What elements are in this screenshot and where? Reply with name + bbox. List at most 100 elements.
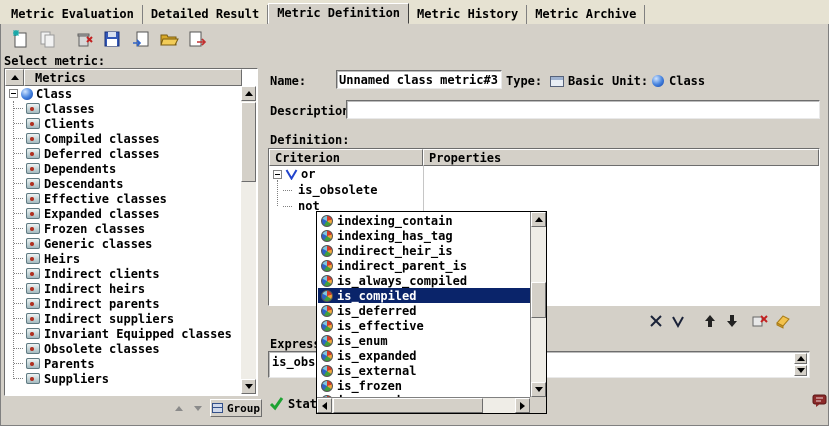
scrollbar-thumb[interactable] <box>531 282 546 318</box>
scroll-right-button[interactable] <box>515 398 530 413</box>
type-label: Type: <box>506 74 542 88</box>
dropdown-item[interactable]: is_deferred <box>318 303 530 318</box>
metrics-column-header[interactable]: Metrics <box>24 69 242 86</box>
import-metrics-button[interactable] <box>129 27 153 51</box>
tree-item[interactable]: Deferred classes <box>6 146 241 161</box>
tree-branch <box>14 183 23 184</box>
tab-label: Detailed Result <box>151 7 259 21</box>
tree-item[interactable]: Generic classes <box>6 236 241 251</box>
scroll-up-button[interactable] <box>531 212 546 227</box>
move-metric-down-button[interactable] <box>189 400 206 416</box>
move-metric-up-button[interactable] <box>170 400 187 416</box>
tree-item[interactable]: Indirect clients <box>6 266 241 281</box>
tree-item[interactable]: Heirs <box>6 251 241 266</box>
tab[interactable]: Metric Definition <box>268 3 409 24</box>
new-metric-button[interactable] <box>7 27 31 51</box>
criterion-icon <box>321 305 333 317</box>
criterion-icon <box>321 350 333 362</box>
dropdown-item[interactable]: indexing_has_tag <box>318 228 530 243</box>
clear-definition-button[interactable] <box>772 311 792 331</box>
tree-item[interactable]: Classes <box>6 101 241 116</box>
tree-scrollbar[interactable] <box>241 86 256 394</box>
criterion-row-is-obsolete[interactable]: is_obsolete <box>269 182 819 198</box>
move-criterion-down-button[interactable] <box>722 311 742 331</box>
metric-icon <box>26 238 40 249</box>
save-metric-button[interactable] <box>100 27 124 51</box>
dropdown-item[interactable]: indexing_contain <box>318 213 530 228</box>
tree-item-label: Frozen classes <box>44 222 145 236</box>
criterion-row-or[interactable]: or <box>269 166 819 182</box>
tree-guide-line <box>13 101 14 379</box>
scroll-down-button[interactable] <box>241 379 256 394</box>
name-input[interactable] <box>336 70 502 89</box>
scroll-left-button[interactable] <box>317 398 332 413</box>
dropdown-vertical-scrollbar[interactable] <box>530 212 546 397</box>
or-operator-icon <box>285 169 298 180</box>
or-operator-button[interactable] <box>668 311 688 331</box>
scrollbar-thumb[interactable] <box>241 102 256 182</box>
dropdown-item[interactable]: indirect_heir_is <box>318 243 530 258</box>
dropdown-item-label: indirect_parent_is <box>337 259 467 273</box>
scroll-down-button[interactable] <box>794 365 807 376</box>
tree-item[interactable]: Clients <box>6 116 241 131</box>
tree-item[interactable]: Invariant Equipped classes <box>6 326 241 341</box>
tree-item-class-unit[interactable]: Class <box>6 86 241 101</box>
tree-branch <box>14 318 23 319</box>
expression-scrollbar[interactable] <box>794 353 808 376</box>
tree-item[interactable]: Dependents <box>6 161 241 176</box>
criterion-label: is_obsolete <box>298 183 377 197</box>
metric-icon <box>26 373 40 384</box>
description-input[interactable] <box>346 100 820 119</box>
tab[interactable]: Metric Evaluation <box>3 5 143 24</box>
dropdown-item[interactable]: is_compiled <box>318 288 530 303</box>
tree-item[interactable]: Indirect parents <box>6 296 241 311</box>
tree-item-label: Descendants <box>44 177 123 191</box>
tree-item[interactable]: Expanded classes <box>6 206 241 221</box>
dropdown-item[interactable]: is_always_compiled <box>318 273 530 288</box>
move-criterion-up-button[interactable] <box>700 311 720 331</box>
criterion-column-header[interactable]: Criterion <box>269 149 423 166</box>
dropdown-horizontal-scrollbar[interactable] <box>317 397 530 413</box>
tab[interactable]: Detailed Result <box>143 5 268 24</box>
dropdown-item[interactable]: is_effective <box>318 318 530 333</box>
tree-item[interactable]: Suppliers <box>6 371 241 386</box>
tree-item[interactable]: Obsolete classes <box>6 341 241 356</box>
tab[interactable]: Metric Archive <box>527 5 645 24</box>
remove-criterion-button[interactable] <box>750 311 770 331</box>
collapse-icon[interactable] <box>273 170 282 179</box>
dropdown-item[interactable]: is_frozen <box>318 378 530 393</box>
scrollbar-thumb[interactable] <box>333 398 483 413</box>
dropdown-item-label: indirect_heir_is <box>337 244 453 258</box>
tab[interactable]: Metric History <box>409 5 527 24</box>
tree-item[interactable]: Descendants <box>6 176 241 191</box>
tree-item[interactable]: Parents <box>6 356 241 371</box>
tree-item[interactable]: Effective classes <box>6 191 241 206</box>
scroll-down-button[interactable] <box>531 382 546 397</box>
dropdown-item-label: is_enum <box>337 334 388 348</box>
comment-button[interactable] <box>812 393 827 408</box>
scroll-up-button[interactable] <box>241 86 256 101</box>
dropdown-item[interactable]: indirect_parent_is <box>318 258 530 273</box>
criterion-icon <box>321 215 333 227</box>
delete-metric-button[interactable] <box>72 27 96 51</box>
properties-column-header[interactable]: Properties <box>423 149 819 166</box>
tree-item[interactable]: Compiled classes <box>6 131 241 146</box>
sort-column-button[interactable] <box>5 69 24 86</box>
tree-item[interactable]: Frozen classes <box>6 221 241 236</box>
open-metric-file-button[interactable] <box>157 27 181 51</box>
tree-item[interactable]: Indirect heirs <box>6 281 241 296</box>
group-button[interactable]: Group <box>210 399 262 417</box>
tree-item[interactable]: Indirect suppliers <box>6 311 241 326</box>
move-up-icon <box>702 313 718 329</box>
metric-icon <box>26 298 40 309</box>
dropdown-item[interactable]: is_expanded <box>318 348 530 363</box>
copy-metric-button[interactable] <box>35 27 59 51</box>
dropdown-item[interactable]: is_external <box>318 363 530 378</box>
dropdown-item[interactable]: is_enum <box>318 333 530 348</box>
scroll-up-button[interactable] <box>794 353 807 364</box>
collapse-icon[interactable] <box>9 89 18 98</box>
export-metrics-button[interactable] <box>185 27 209 51</box>
tree-branch <box>14 168 23 169</box>
cross-operator-button[interactable] <box>646 311 666 331</box>
metric-icon <box>26 223 40 234</box>
